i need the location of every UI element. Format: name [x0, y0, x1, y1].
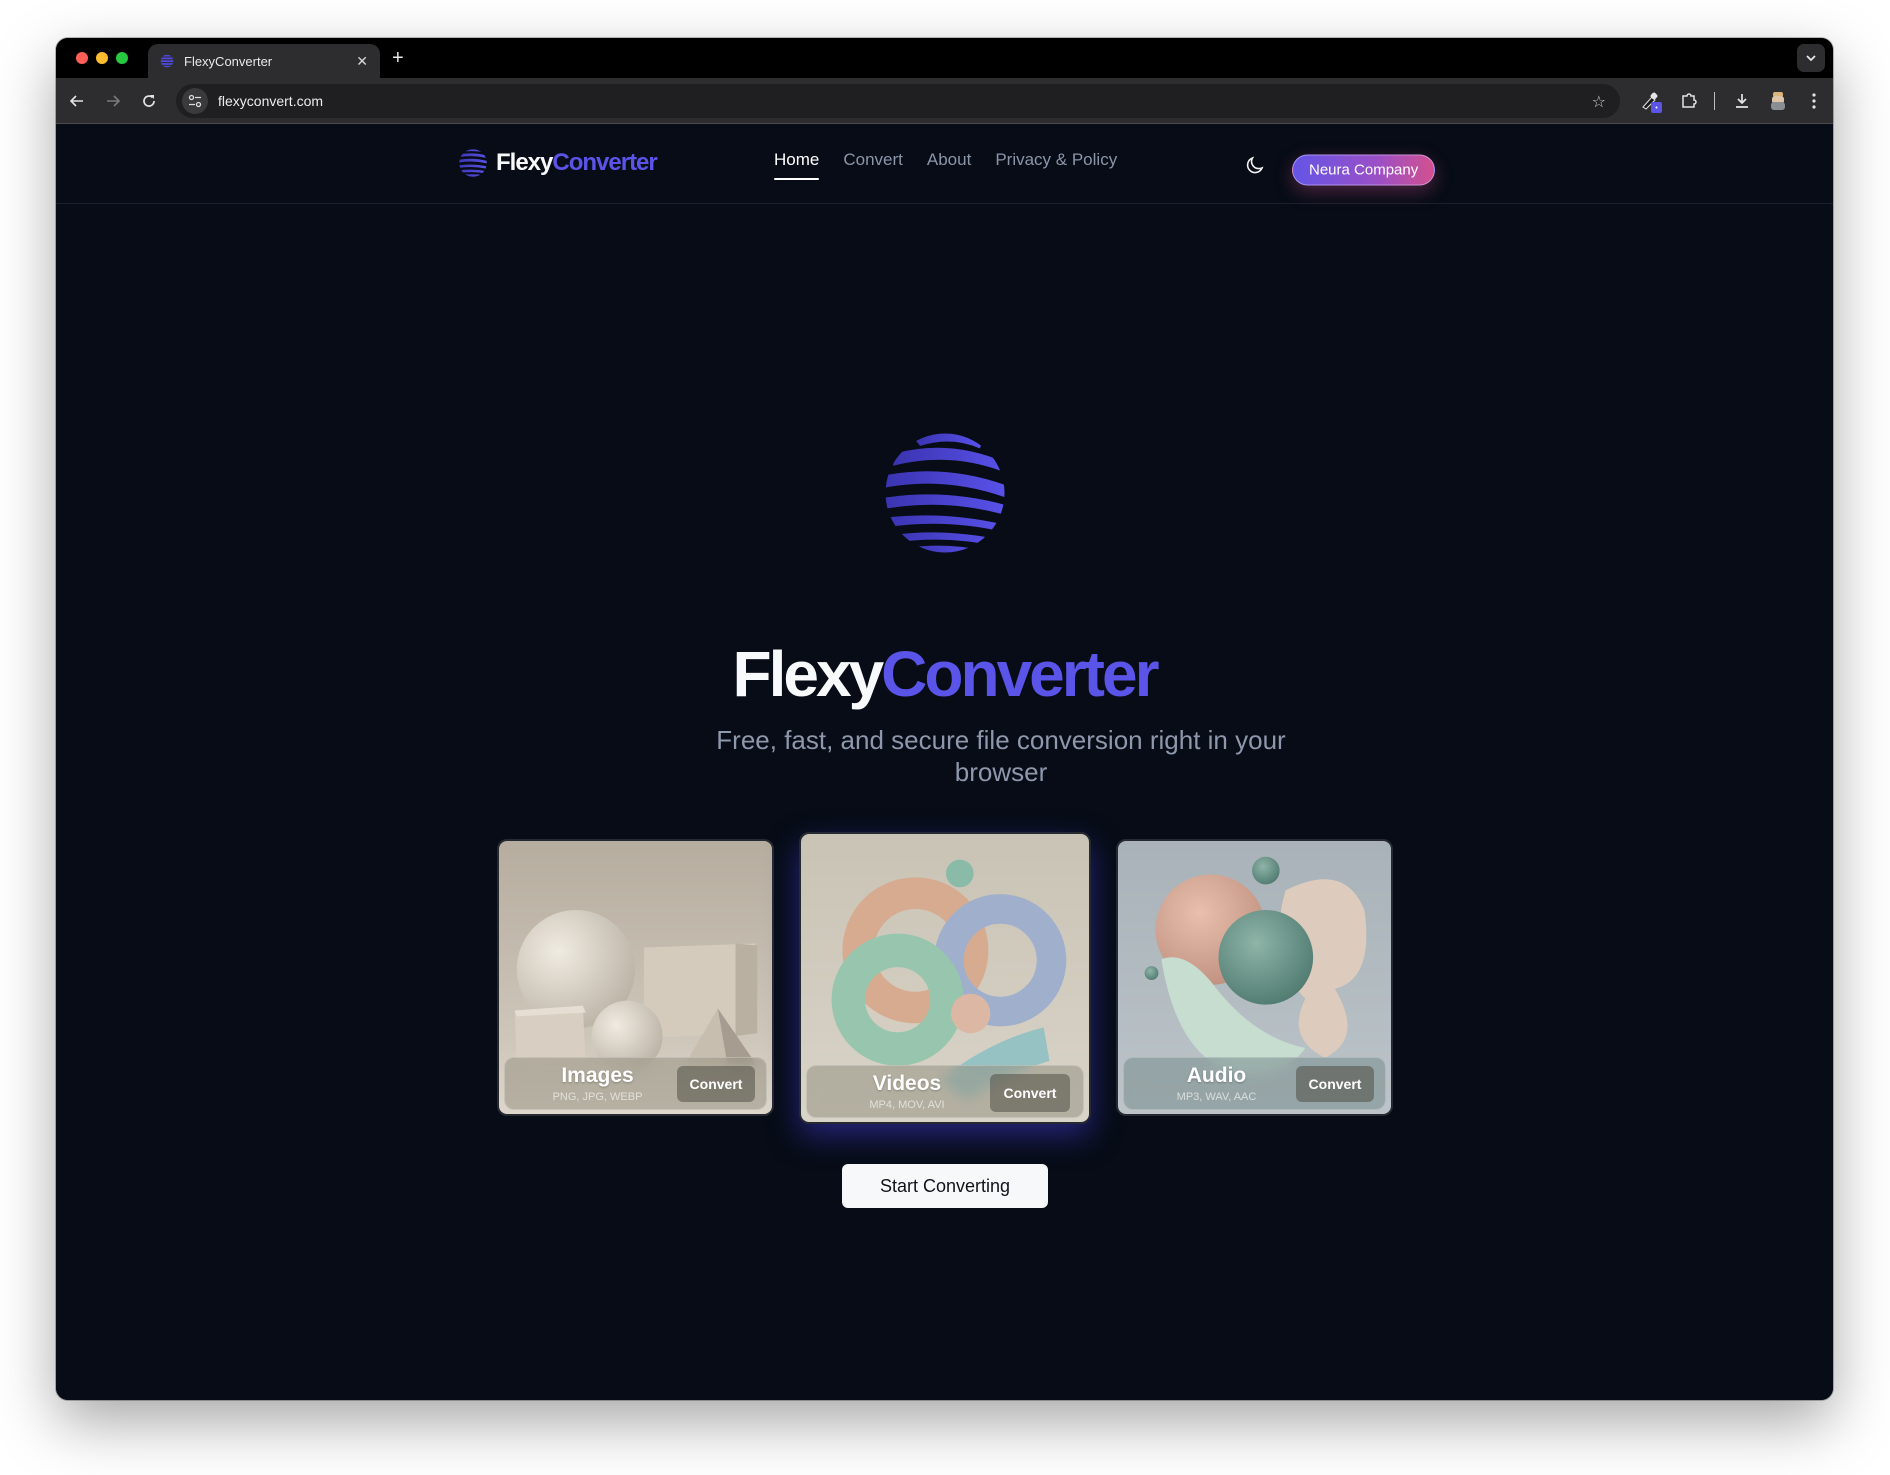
close-tab-icon[interactable]: ✕: [356, 53, 368, 70]
moon-icon[interactable]: [1244, 154, 1266, 176]
convert-audio-button[interactable]: Convert: [1296, 1066, 1374, 1102]
globe-favicon-icon: [160, 54, 174, 68]
bookmark-star-icon[interactable]: ☆: [1592, 92, 1606, 112]
card-formats: MP4, MOV, AVI: [869, 1099, 945, 1111]
kebab-menu-icon[interactable]: [1801, 88, 1827, 114]
page: FlexyConverter Home Convert About Privac…: [56, 124, 1833, 1400]
card-formats: MP3, WAV, AAC: [1176, 1091, 1257, 1103]
nav-privacy-policy[interactable]: Privacy & Policy: [995, 150, 1117, 176]
convert-videos-button[interactable]: Convert: [990, 1074, 1070, 1112]
brand-name: FlexyConverter: [496, 149, 658, 177]
tab-title: FlexyConverter: [184, 53, 273, 69]
card-overlay: Images PNG, JPG, WEBP Convert: [504, 1057, 767, 1110]
hero-title-part2: Converter: [881, 638, 1159, 710]
card-formats: PNG, JPG, WEBP: [552, 1091, 643, 1103]
new-tab-icon[interactable]: +: [392, 46, 404, 70]
card-videos[interactable]: Videos MP4, MOV, AVI Convert: [799, 832, 1091, 1124]
card-title: Images: [561, 1064, 634, 1087]
neura-company-button[interactable]: Neura Company: [1292, 154, 1436, 186]
download-icon[interactable]: [1729, 88, 1755, 114]
browser-window: FlexyConverter ✕ + flexyconvert.com ☆ Fl…: [56, 38, 1833, 1400]
card-title: Audio: [1186, 1064, 1247, 1087]
close-window-button[interactable]: [76, 52, 88, 64]
minimize-window-button[interactable]: [96, 52, 108, 64]
card-overlay: Videos MP4, MOV, AVI Convert: [806, 1065, 1084, 1118]
tab-strip: FlexyConverter ✕ +: [56, 38, 1833, 78]
reload-icon[interactable]: [138, 90, 160, 112]
card-title: Videos: [872, 1072, 942, 1095]
card-audio[interactable]: Audio MP3, WAV, AAC Convert: [1116, 839, 1393, 1116]
tab-search-chevron-icon[interactable]: [1797, 44, 1825, 72]
browser-tab[interactable]: FlexyConverter ✕: [148, 44, 380, 78]
brand-name-part1: Flexy: [496, 149, 553, 176]
hero-subtitle: Free, fast, and secure file conversion r…: [716, 725, 1286, 787]
site-info-tune-icon[interactable]: [182, 88, 208, 114]
brand-logo[interactable]: FlexyConverter: [458, 148, 658, 178]
eyedropper-extension-icon[interactable]: [1638, 88, 1664, 114]
browser-toolbar: flexyconvert.com ☆: [56, 78, 1833, 124]
url-text[interactable]: flexyconvert.com: [218, 93, 323, 109]
site-header: FlexyConverter Home Convert About Privac…: [56, 124, 1833, 204]
back-arrow-icon[interactable]: [66, 90, 88, 112]
profile-avatar-icon[interactable]: [1765, 88, 1791, 114]
nav-convert[interactable]: Convert: [843, 150, 903, 176]
nav-about[interactable]: About: [927, 150, 971, 176]
hero-title-part1: Flexy: [732, 638, 885, 710]
main-nav: Home Convert About Privacy & Policy: [774, 150, 1117, 180]
card-images[interactable]: Images PNG, JPG, WEBP Convert: [497, 839, 774, 1116]
brand-name-part2: Converter: [552, 149, 657, 176]
convert-images-button[interactable]: Convert: [677, 1066, 755, 1102]
toolbar-divider: [1714, 92, 1715, 110]
start-converting-button[interactable]: Start Converting: [842, 1164, 1048, 1208]
nav-home[interactable]: Home: [774, 150, 820, 180]
globe-logo-icon: [459, 149, 487, 177]
card-overlay: Audio MP3, WAV, AAC Convert: [1123, 1057, 1386, 1110]
address-bar[interactable]: flexyconvert.com ☆: [176, 84, 1620, 118]
hero-title: FlexyConverter: [56, 642, 1833, 706]
forward-arrow-icon[interactable]: [102, 90, 124, 112]
maximize-window-button[interactable]: [116, 52, 128, 64]
hero-globe-logo-icon: [885, 433, 1005, 553]
puzzle-extensions-icon[interactable]: [1676, 88, 1702, 114]
